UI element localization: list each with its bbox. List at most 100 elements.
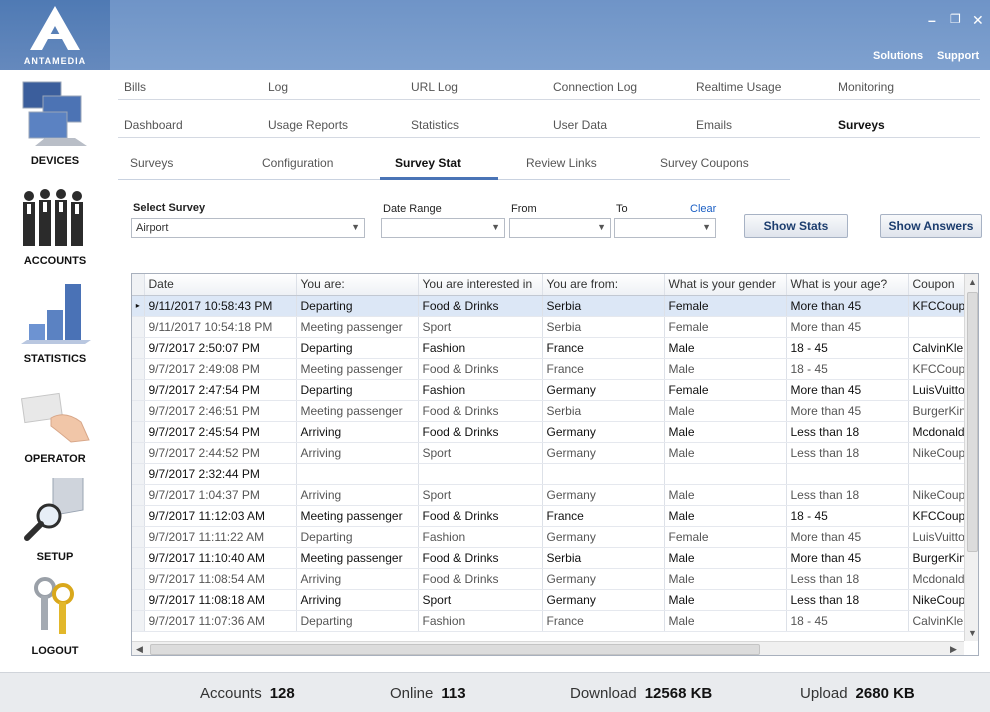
column-header-gender[interactable]: What is your gender [664, 274, 787, 296]
table-row[interactable]: 9/7/2017 11:11:22 AM Departing Fashion Germ… [132, 526, 965, 548]
table-cell[interactable]: Male [664, 589, 787, 611]
table-cell[interactable]: Male [664, 421, 787, 443]
table-row[interactable]: 9/7/2017 2:45:54 PM Arriving Food & Drinks… [132, 421, 965, 443]
table-row[interactable]: 9/7/2017 2:47:54 PM Departing Fashion Germa… [132, 379, 965, 401]
show-stats-button[interactable]: Show Stats [744, 214, 848, 238]
column-header-you-are-from[interactable]: You are from: [542, 274, 665, 296]
table-cell[interactable]: Germany [542, 379, 665, 401]
survey-select[interactable]: Airport ▼ [131, 218, 365, 238]
table-cell[interactable]: BurgerKing [908, 400, 965, 422]
table-cell[interactable]: 9/7/2017 11:07:36 AM [144, 610, 297, 632]
scroll-down-icon[interactable]: ▼ [968, 628, 977, 638]
tab-emails[interactable]: Emails [696, 118, 732, 132]
table-cell[interactable]: Male [664, 568, 787, 590]
table-cell[interactable] [908, 316, 965, 338]
horizontal-scroll-thumb[interactable] [150, 644, 760, 655]
table-cell[interactable]: France [542, 505, 665, 527]
table-cell[interactable]: 9/7/2017 2:46:51 PM [144, 400, 297, 422]
table-cell[interactable]: 9/7/2017 11:10:40 AM [144, 547, 297, 569]
table-cell[interactable]: Mcdonalds [908, 568, 965, 590]
table-row[interactable]: 9/7/2017 11:12:03 AM Meeting passenger Foo… [132, 505, 965, 527]
table-cell[interactable] [786, 463, 909, 485]
row-header[interactable] [132, 379, 145, 401]
table-cell[interactable]: Less than 18 [786, 589, 909, 611]
table-cell[interactable]: 9/7/2017 1:04:37 PM [144, 484, 297, 506]
tab-review-links[interactable]: Review Links [526, 156, 597, 170]
column-header-coupon[interactable]: Coupon [908, 274, 965, 296]
table-cell[interactable]: Less than 18 [786, 568, 909, 590]
table-cell[interactable]: Sport [418, 442, 543, 464]
table-cell[interactable]: Fashion [418, 526, 543, 548]
row-header[interactable] [132, 358, 145, 380]
table-cell[interactable]: Less than 18 [786, 442, 909, 464]
table-cell[interactable]: More than 45 [786, 379, 909, 401]
sidebar-item-logout[interactable]: LOGOUT [0, 576, 110, 657]
table-cell[interactable]: Sport [418, 484, 543, 506]
row-header[interactable] [132, 589, 145, 611]
table-cell[interactable]: 9/7/2017 11:08:18 AM [144, 589, 297, 611]
row-header[interactable] [132, 442, 145, 464]
tab-bills[interactable]: Bills [124, 80, 146, 94]
table-cell[interactable]: Male [664, 505, 787, 527]
table-cell[interactable]: 18 - 45 [786, 610, 909, 632]
table-cell[interactable]: Male [664, 337, 787, 359]
tab-monitoring[interactable]: Monitoring [838, 80, 894, 94]
tab-configuration[interactable]: Configuration [262, 156, 333, 170]
vertical-scrollbar[interactable]: ▲ ▼ [964, 274, 978, 641]
table-cell[interactable]: More than 45 [786, 547, 909, 569]
table-cell[interactable]: NikeCoupon [908, 589, 965, 611]
table-cell[interactable]: 9/7/2017 2:47:54 PM [144, 379, 297, 401]
table-cell[interactable]: Germany [542, 589, 665, 611]
table-row[interactable]: 9/11/2017 10:54:18 PM Meeting passenger Sp… [132, 316, 965, 338]
table-cell[interactable]: Male [664, 610, 787, 632]
table-cell[interactable] [296, 463, 419, 485]
table-cell[interactable]: Fashion [418, 610, 543, 632]
table-cell[interactable]: 18 - 45 [786, 505, 909, 527]
close-icon[interactable]: ✕ [972, 12, 984, 29]
table-cell[interactable]: Serbia [542, 316, 665, 338]
table-cell[interactable]: LuisVuitton [908, 526, 965, 548]
table-cell[interactable]: KFCCoupon [908, 358, 965, 380]
table-row[interactable]: 9/7/2017 2:50:07 PM Departing Fashion Franc… [132, 337, 965, 359]
table-cell[interactable]: Male [664, 400, 787, 422]
table-cell[interactable]: LuisVuitton [908, 379, 965, 401]
table-cell[interactable]: Less than 18 [786, 421, 909, 443]
tab-surveys[interactable]: Surveys [838, 118, 885, 132]
table-row[interactable]: ▸ 9/11/2017 10:58:43 PM Departing Food & Dr… [132, 295, 965, 317]
scroll-left-icon[interactable]: ◀ [136, 644, 143, 655]
table-cell[interactable]: 9/7/2017 2:44:52 PM [144, 442, 297, 464]
table-cell[interactable]: Food & Drinks [418, 547, 543, 569]
table-cell[interactable]: Female [664, 526, 787, 548]
table-cell[interactable]: CalvinKlein [908, 337, 965, 359]
table-cell[interactable]: 9/7/2017 11:12:03 AM [144, 505, 297, 527]
table-cell[interactable]: Sport [418, 316, 543, 338]
table-cell[interactable]: KFCCoupon [908, 295, 965, 317]
table-cell[interactable]: Male [664, 547, 787, 569]
table-cell[interactable]: 9/11/2017 10:54:18 PM [144, 316, 297, 338]
table-cell[interactable] [664, 463, 787, 485]
table-cell[interactable]: Departing [296, 295, 419, 317]
table-cell[interactable]: Food & Drinks [418, 568, 543, 590]
row-header[interactable] [132, 526, 145, 548]
table-cell[interactable]: Departing [296, 337, 419, 359]
tab-realtime-usage[interactable]: Realtime Usage [696, 80, 781, 94]
table-cell[interactable]: Food & Drinks [418, 421, 543, 443]
table-cell[interactable]: Food & Drinks [418, 505, 543, 527]
menu-support[interactable]: Support [937, 50, 979, 62]
table-cell[interactable]: Food & Drinks [418, 295, 543, 317]
column-header-interested-in[interactable]: You are interested in [418, 274, 543, 296]
table-cell[interactable]: Fashion [418, 337, 543, 359]
table-cell[interactable]: More than 45 [786, 526, 909, 548]
table-cell[interactable] [542, 463, 665, 485]
table-cell[interactable]: More than 45 [786, 316, 909, 338]
table-cell[interactable]: CalvinKlein [908, 610, 965, 632]
column-header-age[interactable]: What is your age? [786, 274, 909, 296]
table-row[interactable]: 9/7/2017 11:08:54 AM Arriving Food & Drink… [132, 568, 965, 590]
row-header[interactable] [132, 421, 145, 443]
tab-connection-log[interactable]: Connection Log [553, 80, 637, 94]
table-cell[interactable]: Female [664, 316, 787, 338]
table-cell[interactable]: 9/7/2017 2:50:07 PM [144, 337, 297, 359]
table-cell[interactable]: Male [664, 442, 787, 464]
horizontal-scrollbar[interactable]: ◀ ▶ [132, 641, 964, 655]
table-cell[interactable]: Departing [296, 379, 419, 401]
